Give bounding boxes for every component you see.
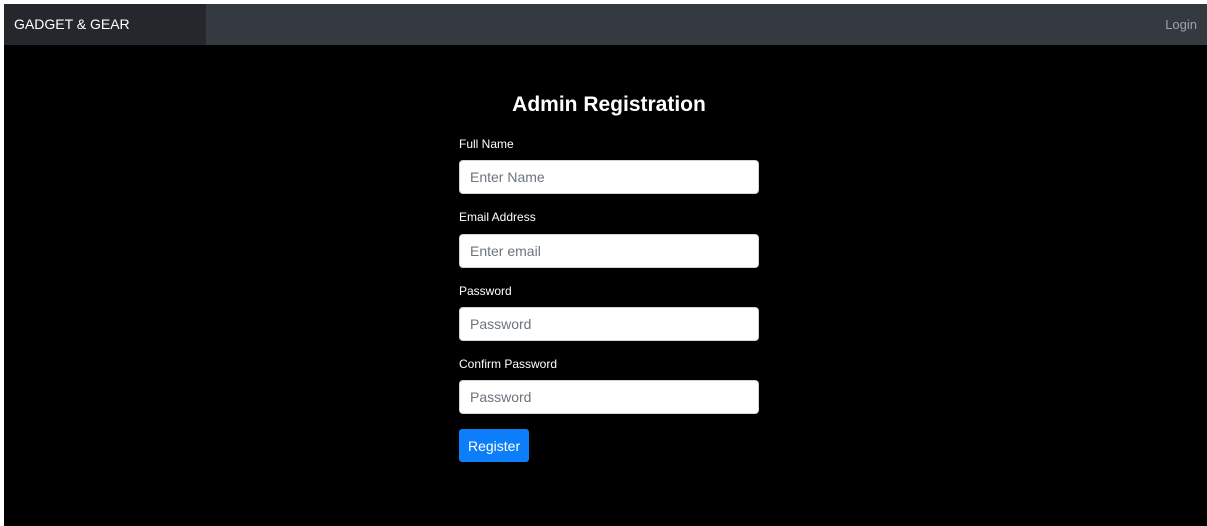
email-label: Email Address [459,210,536,224]
full-name-input[interactable] [459,160,759,194]
full-name-label: Full Name [459,137,514,151]
brand-link[interactable]: GADGET & GEAR [4,4,206,45]
register-button[interactable]: Register [459,429,530,462]
confirm-password-label: Confirm Password [459,357,558,371]
form-title: Admin Registration [512,93,706,116]
password-label: Password [459,284,512,298]
top-navbar: GADGET & GEAR Login [4,4,1207,45]
confirm-password-input[interactable] [459,380,759,414]
email-input[interactable] [459,234,759,268]
login-link[interactable]: Login [1165,4,1197,45]
app-frame: GADGET & GEAR Login Admin Registration F… [4,4,1207,526]
password-input[interactable] [459,307,759,341]
admin-registration-form: Admin Registration Full Name Email Addre… [459,90,759,462]
